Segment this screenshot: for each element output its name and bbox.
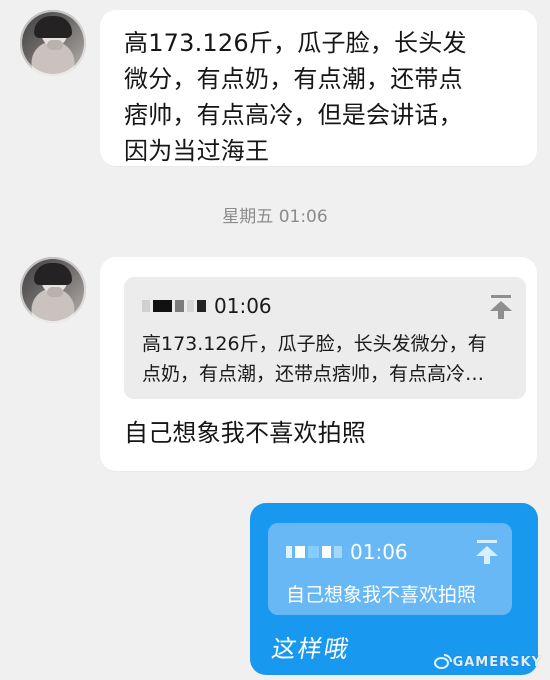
watermark-text: GAMERSKY — [452, 655, 542, 670]
quoted-message-card[interactable]: 01:06 高173.126斤，瓜子脸，长头发微分，有 点奶，有点潮，还带点痞帅… — [124, 277, 526, 399]
quoted-message-time: 01:06 — [214, 294, 272, 318]
contact-avatar[interactable] — [20, 257, 86, 323]
site-watermark: GAMERSKY — [433, 653, 542, 670]
quoted-message-text: 高173.126斤，瓜子脸，长头发微分，有 点奶，有点潮，还带点痞帅，有点高冷… — [142, 333, 487, 385]
time-divider: 星期五 01:06 — [222, 207, 328, 227]
contact-avatar[interactable] — [20, 10, 86, 76]
quoted-message-header: 01:06 — [142, 293, 272, 319]
outgoing-message-bubble[interactable]: 01:06 自己想象我不喜欢拍照 这样哦 — [250, 503, 538, 675]
quoted-message-time-outgoing: 01:06 — [350, 540, 408, 564]
incoming-message-bubble-2[interactable]: 01:06 高173.126斤，瓜子脸，长头发微分，有 点奶，有点潮，还带点痞帅… — [100, 257, 537, 471]
quoted-message-text-outgoing: 自己想象我不喜欢拍照 — [286, 584, 477, 606]
quoted-message-card-outgoing[interactable]: 01:06 自己想象我不喜欢拍照 — [268, 523, 512, 615]
quoted-message-header-outgoing: 01:06 — [286, 539, 408, 565]
jump-to-top-icon[interactable] — [476, 540, 498, 564]
jump-to-top-icon[interactable] — [490, 295, 512, 319]
redacted-name-outgoing — [286, 546, 342, 558]
handwritten-reply-text: 这样哦 — [269, 635, 353, 663]
weibo-icon — [433, 653, 452, 669]
redacted-name — [142, 300, 206, 312]
incoming-message-bubble-1[interactable]: 高173.126斤，瓜子脸，长头发 微分，有点奶，有点潮，还带点 痞帅，有点高冷… — [100, 10, 537, 166]
incoming-message-text-1: 高173.126斤，瓜子脸，长头发 微分，有点奶，有点潮，还带点 痞帅，有点高冷… — [124, 29, 467, 165]
incoming-message-text-2: 自己想象我不喜欢拍照 — [124, 419, 366, 447]
